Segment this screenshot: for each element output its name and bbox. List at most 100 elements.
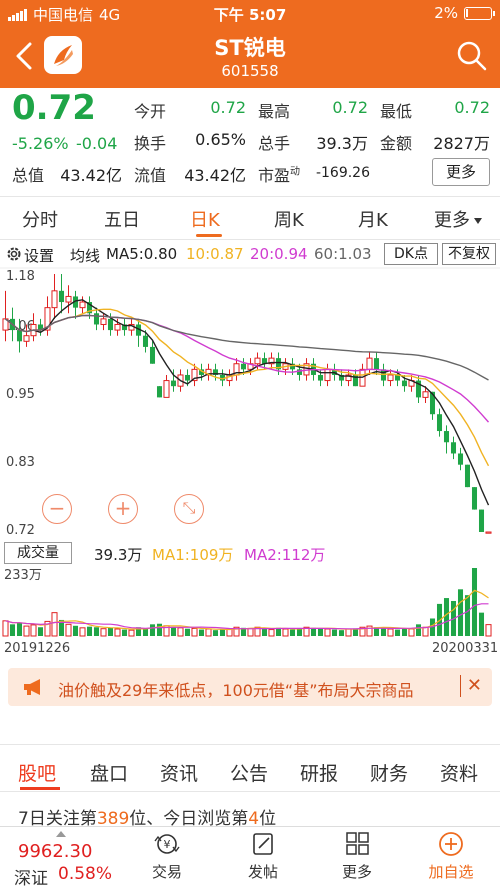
fullscreen-button[interactable]: ⤡ xyxy=(174,494,204,524)
volume-value: 39.3万 xyxy=(94,546,143,564)
float-cap-value: 43.42亿 xyxy=(184,166,246,185)
candle-body xyxy=(436,414,443,432)
gear-icon[interactable] xyxy=(5,245,23,263)
candle-body xyxy=(450,442,457,454)
volume-bar xyxy=(2,620,9,637)
tab-more[interactable]: 更多 xyxy=(434,206,482,232)
amount-value: 2827万 xyxy=(433,134,490,153)
volume-bar xyxy=(184,628,191,636)
market-cap-value: 43.42亿 xyxy=(60,166,122,185)
app-header: 中国电信 4G 下午 5:07 2% ST锐电 601558 xyxy=(0,0,500,88)
volume-bar xyxy=(471,568,478,636)
volume-bar xyxy=(296,628,303,636)
volume-bar xyxy=(282,628,289,637)
subtab-finance[interactable]: 财务 xyxy=(370,759,408,786)
grid-icon xyxy=(346,832,369,855)
volume-bar xyxy=(345,628,352,637)
fq-button[interactable]: 不复权 xyxy=(442,243,496,265)
banner-text: 油价触及29年来低点，100元借“基”布局大宗商品 xyxy=(58,681,414,700)
period-tabs: 分时 五日 日K 周K 月K 更多 xyxy=(0,196,500,240)
volume-bar xyxy=(317,628,324,636)
candles-group xyxy=(2,274,492,534)
candle-body xyxy=(58,290,65,303)
volume-label[interactable]: 成交量 xyxy=(4,542,72,564)
candle-body xyxy=(16,330,23,342)
more-button[interactable]: 更多 xyxy=(432,158,490,186)
candle-body xyxy=(163,380,170,398)
volume-bar xyxy=(478,612,485,636)
amount-label: 金额 xyxy=(380,134,413,153)
volume-chart[interactable]: 233万 20191226 20200331 xyxy=(0,566,500,658)
stock-name: ST锐电 xyxy=(214,36,286,60)
volume-bar xyxy=(212,630,219,636)
nav-more[interactable]: 更多 xyxy=(322,831,392,882)
tab-monthly-k[interactable]: 月K xyxy=(358,206,388,232)
candle-body xyxy=(254,357,261,365)
nav-trade[interactable]: ¥ 交易 xyxy=(132,831,202,882)
active-tab-indicator xyxy=(196,234,222,237)
open-label: 今开 xyxy=(134,102,167,121)
date-start: 20191226 xyxy=(4,641,70,656)
volume-bar xyxy=(408,628,415,637)
nav-add-watchlist[interactable]: 加自选 xyxy=(416,831,486,882)
last-price: 0.72 xyxy=(12,88,96,128)
search-icon[interactable] xyxy=(456,40,488,72)
volume-bar xyxy=(142,628,149,636)
volume-bar xyxy=(156,623,163,636)
pe-sup: 动 xyxy=(290,166,301,178)
tab-daily-k[interactable]: 日K xyxy=(190,206,220,232)
volume-bar xyxy=(464,595,471,636)
index-value[interactable]: 9962.30 xyxy=(18,841,92,862)
candle-body xyxy=(107,318,114,331)
turnover-value: 0.65% xyxy=(195,130,246,149)
zoom-out-button[interactable]: − xyxy=(42,494,72,524)
subtab-profile[interactable]: 资料 xyxy=(440,759,478,786)
candle-body xyxy=(100,318,107,325)
settings-label[interactable]: 设置 xyxy=(24,245,54,266)
dk-button[interactable]: DK点 xyxy=(384,243,438,265)
subtab-news[interactable]: 资讯 xyxy=(160,759,198,786)
volume-bar xyxy=(387,628,394,637)
news-banner[interactable]: 油价触及29年来低点，100元借“基”布局大宗商品 ✕ xyxy=(8,668,492,706)
volume-bar xyxy=(380,627,387,636)
volume-bar xyxy=(128,629,135,637)
subtab-announcements[interactable]: 公告 xyxy=(230,759,268,786)
candle-body xyxy=(51,290,58,309)
volume-bar xyxy=(205,628,212,637)
low-label: 最低 xyxy=(380,102,413,121)
volume-bar xyxy=(422,626,429,637)
candle-body xyxy=(485,531,492,534)
close-icon[interactable]: ✕ xyxy=(459,675,482,697)
ma5-value: MA5:0.80 xyxy=(106,245,178,263)
candle-body xyxy=(373,358,380,370)
tab-five-day[interactable]: 五日 xyxy=(104,206,140,232)
volume-bar xyxy=(261,628,268,636)
candle-body xyxy=(317,374,324,381)
change-percent: -5.26% xyxy=(12,134,69,153)
volume-bar xyxy=(23,625,30,637)
candlestick-chart[interactable]: 1.18 1.06 0.95 0.83 0.72 xyxy=(0,266,500,538)
nav-post-label: 发帖 xyxy=(247,863,278,881)
bottom-nav: 9962.30 深证 0.58% ¥ 交易 发帖 更多 加自选 xyxy=(0,826,500,889)
volume-bar xyxy=(51,612,58,637)
battery-percent: 2% xyxy=(434,4,458,22)
change-amount: -0.04 xyxy=(76,134,118,153)
pe-value: -169.26 xyxy=(315,165,370,181)
date-end: 20200331 xyxy=(432,641,498,656)
total-volume-value: 39.3万 xyxy=(316,134,368,153)
volume-axis-max: 233万 xyxy=(4,568,42,583)
subtab-market[interactable]: 盘口 xyxy=(90,759,128,786)
volume-ma1: MA1:109万 xyxy=(152,546,234,564)
tab-weekly-k[interactable]: 周K xyxy=(274,206,304,232)
subtab-forum[interactable]: 股吧 xyxy=(18,759,56,786)
nav-more-label: 更多 xyxy=(341,863,372,881)
dropdown-triangle-icon xyxy=(474,218,482,224)
candle-body xyxy=(366,357,373,370)
tab-intraday[interactable]: 分时 xyxy=(22,206,58,232)
candle-body xyxy=(387,374,394,382)
zoom-in-button[interactable]: + xyxy=(108,494,138,524)
nav-post[interactable]: 发帖 xyxy=(228,831,298,882)
subtab-research[interactable]: 研报 xyxy=(300,759,338,786)
volume-bar xyxy=(107,627,114,636)
volume-bar xyxy=(72,625,79,636)
